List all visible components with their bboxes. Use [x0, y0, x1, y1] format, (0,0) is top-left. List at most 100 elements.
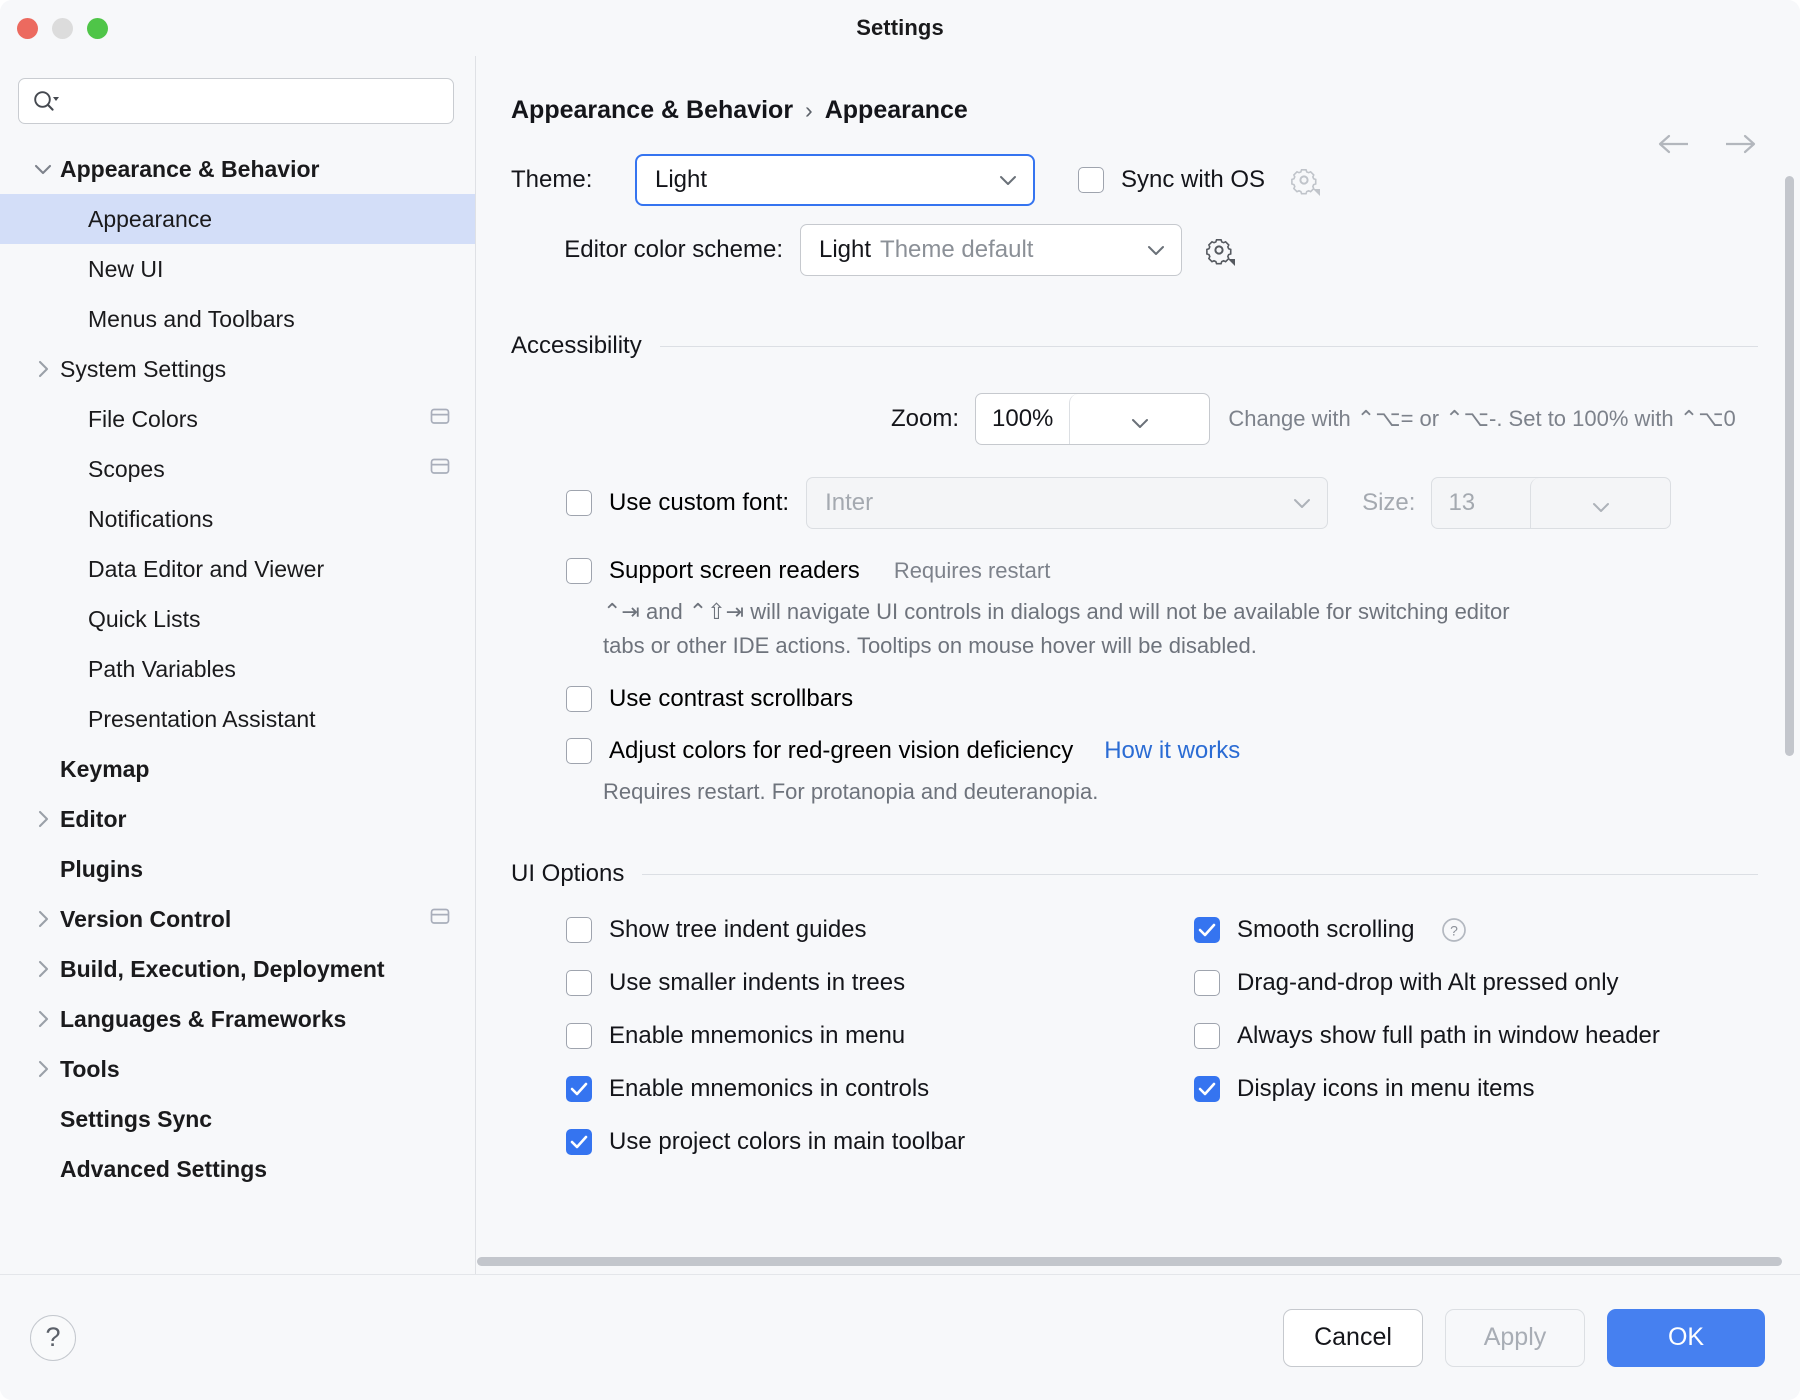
help-button[interactable]: ? [30, 1314, 76, 1361]
custom-font-select[interactable]: Inter [806, 477, 1329, 529]
ui-option-row[interactable]: Enable mnemonics in menu [566, 1022, 1194, 1050]
chevron-right-icon[interactable] [30, 358, 56, 380]
ui-option-label: Drag-and-drop with Alt pressed only [1237, 969, 1619, 996]
sidebar-item-menus-and-toolbars[interactable]: Menus and Toolbars [0, 294, 475, 344]
horizontal-scrollbar[interactable] [477, 1257, 1782, 1266]
chevron-right-icon[interactable] [30, 808, 56, 830]
use-custom-font-checkbox[interactable] [566, 490, 592, 516]
chevron-right-icon[interactable] [30, 1058, 56, 1080]
sidebar-item-notifications[interactable]: Notifications [0, 494, 475, 544]
ui-options-right-column: Smooth scrolling? Drag-and-drop with Alt … [1194, 916, 1800, 1181]
sidebar-item-data-editor-and-viewer[interactable]: Data Editor and Viewer [0, 544, 475, 594]
checkbox-smooth-scrolling[interactable] [1194, 917, 1220, 943]
font-size-value: 13 [1448, 489, 1476, 516]
sidebar-item-plugins[interactable]: Plugins [0, 844, 475, 894]
screen-readers-description: ⌃⇥ and ⌃⇧⇥ will navigate UI controls in … [603, 599, 1800, 659]
sidebar-item-advanced-settings[interactable]: Advanced Settings [0, 1144, 475, 1194]
apply-button[interactable]: Apply [1445, 1308, 1585, 1367]
chevron-down-icon[interactable] [30, 162, 56, 176]
sync-with-os-checkbox[interactable] [1078, 167, 1104, 193]
sidebar-item-system-settings[interactable]: System Settings [0, 344, 475, 394]
editor-color-scheme-select[interactable]: Light Theme default [800, 224, 1182, 276]
chevron-down-icon [1291, 496, 1313, 510]
sidebar-item-keymap[interactable]: Keymap [0, 744, 475, 794]
chevron-down-icon[interactable] [1530, 478, 1670, 528]
checkbox-always-show-full-path-in-window-header[interactable] [1194, 1023, 1220, 1049]
sidebar-item-editor[interactable]: Editor [0, 794, 475, 844]
sidebar-item-path-variables[interactable]: Path Variables [0, 644, 475, 694]
sidebar-item-languages-frameworks[interactable]: Languages & Frameworks [0, 994, 475, 1044]
adjust-colors-red-green-checkbox[interactable] [566, 738, 592, 764]
sidebar-item-label: Notifications [88, 505, 214, 532]
sidebar-item-appearance[interactable]: Appearance [0, 194, 475, 244]
chevron-down-icon [997, 173, 1019, 187]
theme-label: Theme: [511, 166, 593, 193]
cancel-button[interactable]: Cancel [1283, 1308, 1423, 1367]
close-window-button[interactable] [17, 18, 38, 39]
chevron-down-icon[interactable] [1069, 394, 1209, 444]
ui-option-row[interactable]: Show tree indent guides [566, 916, 1194, 944]
red-green-description: Requires restart. For protanopia and deu… [603, 779, 1099, 804]
checkbox-enable-mnemonics-in-menu[interactable] [566, 1023, 592, 1049]
sidebar-item-tools[interactable]: Tools [0, 1044, 475, 1094]
breadcrumb-root[interactable]: Appearance & Behavior [511, 96, 793, 124]
sidebar-item-label: Presentation Assistant [88, 705, 316, 732]
minimize-window-button[interactable] [52, 18, 73, 39]
project-scope-icon [429, 905, 451, 933]
use-contrast-scrollbars-checkbox[interactable] [566, 686, 592, 712]
ui-option-row[interactable]: Enable mnemonics in controls [566, 1075, 1194, 1103]
sidebar-item-appearance-behavior[interactable]: Appearance & Behavior [0, 144, 475, 194]
editor-color-scheme-value: Light [819, 236, 872, 263]
ui-option-label: Smooth scrolling [1237, 916, 1415, 943]
use-contrast-scrollbars-label: Use contrast scrollbars [609, 685, 854, 712]
sidebar-item-label: Appearance & Behavior [60, 155, 320, 182]
checkbox-use-project-colors-in-main-toolbar[interactable] [566, 1129, 592, 1155]
sidebar-item-quick-lists[interactable]: Quick Lists [0, 594, 475, 644]
breadcrumb-row: Appearance & Behavior › Appearance [477, 56, 1800, 132]
ui-option-row[interactable]: Drag-and-drop with Alt pressed only [1194, 969, 1800, 997]
zoom-stepper[interactable]: 100% [975, 393, 1211, 445]
sync-with-os-row[interactable]: Sync with OS [1078, 166, 1265, 194]
sidebar-item-version-control[interactable]: Version Control [0, 894, 475, 944]
ui-option-row[interactable]: Display icons in menu items [1194, 1075, 1800, 1103]
checkbox-show-tree-indent-guides[interactable] [566, 917, 592, 943]
zoom-label: Zoom: [890, 405, 959, 432]
vertical-scrollbar[interactable] [1785, 176, 1794, 756]
section-divider [642, 873, 1758, 875]
breadcrumb: Appearance & Behavior › Appearance [511, 96, 968, 125]
sidebar-item-label: New UI [88, 255, 164, 282]
font-size-stepper[interactable]: 13 [1431, 477, 1672, 529]
checkbox-drag-and-drop-with-alt-pressed-only[interactable] [1194, 970, 1220, 996]
help-icon[interactable]: ? [1440, 916, 1468, 944]
sidebar-item-scopes[interactable]: Scopes [0, 444, 475, 494]
maximize-window-button[interactable] [87, 18, 108, 39]
theme-settings-gear-icon[interactable] [1287, 163, 1321, 197]
checkbox-use-smaller-indents-in-trees[interactable] [566, 970, 592, 996]
chevron-right-icon[interactable] [30, 908, 56, 930]
sidebar-item-settings-sync[interactable]: Settings Sync [0, 1094, 475, 1144]
ui-option-row[interactable]: Always show full path in window header [1194, 1022, 1800, 1050]
sidebar-item-file-colors[interactable]: File Colors [0, 394, 475, 444]
checkbox-enable-mnemonics-in-controls[interactable] [566, 1076, 592, 1102]
sidebar-item-presentation-assistant[interactable]: Presentation Assistant [0, 694, 475, 744]
chevron-right-icon[interactable] [30, 958, 56, 980]
search-input[interactable] [18, 78, 454, 124]
support-screen-readers-checkbox[interactable] [566, 558, 592, 584]
how-it-works-link[interactable]: How it works [1104, 737, 1240, 765]
chevron-down-icon [1145, 243, 1167, 257]
ui-option-row[interactable]: Use project colors in main toolbar [566, 1128, 1194, 1156]
zoom-row: Zoom: 100% Change with ⌃⌥= or ⌃⌥-. Set t… [511, 393, 1800, 445]
theme-select[interactable]: Light [635, 154, 1035, 206]
ui-options-left-column: Show tree indent guides Use smaller inden… [566, 916, 1194, 1181]
sidebar-item-label: Version Control [60, 905, 232, 932]
window-title: Settings [856, 15, 944, 40]
ui-option-row[interactable]: Use smaller indents in trees [566, 969, 1194, 997]
ok-button[interactable]: OK [1607, 1308, 1765, 1367]
sidebar-item-build-execution-deployment[interactable]: Build, Execution, Deployment [0, 944, 475, 994]
chevron-right-icon[interactable] [30, 1008, 56, 1030]
sync-with-os-label: Sync with OS [1121, 166, 1266, 193]
ui-option-row[interactable]: Smooth scrolling? [1194, 916, 1800, 944]
editor-color-scheme-gear-icon[interactable] [1202, 233, 1236, 267]
checkbox-display-icons-in-menu-items[interactable] [1194, 1076, 1220, 1102]
sidebar-item-new-ui[interactable]: New UI [0, 244, 475, 294]
